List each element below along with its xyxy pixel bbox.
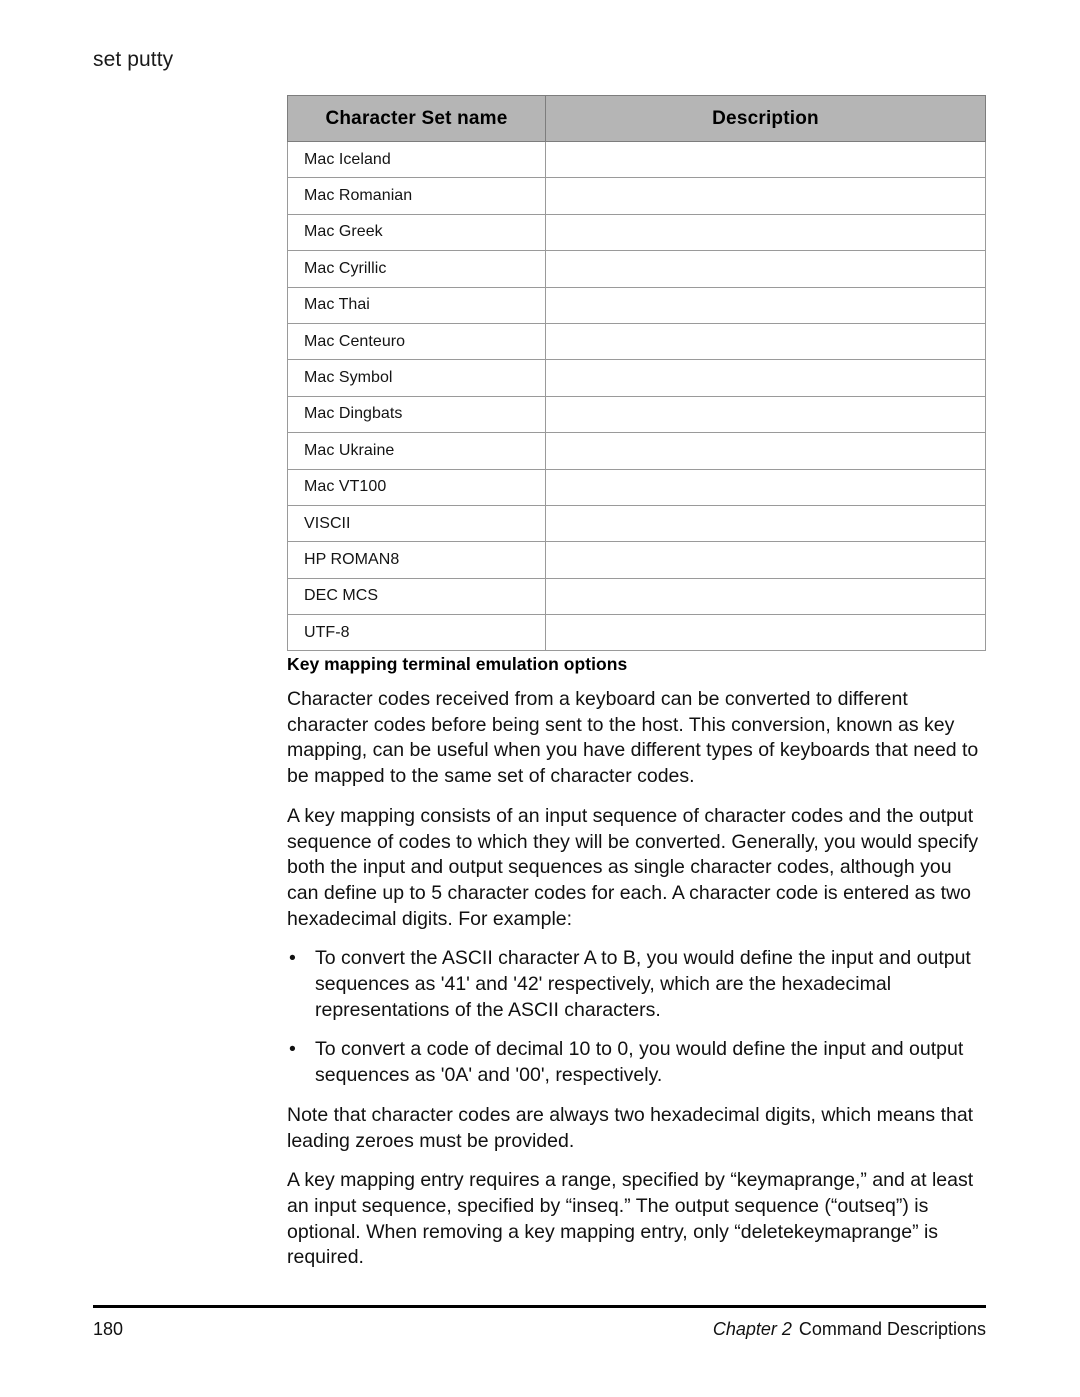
paragraph-key-mapping-sequences: A key mapping consists of an input seque… bbox=[287, 804, 979, 930]
section-heading: Key mapping terminal emulation options bbox=[287, 654, 628, 674]
cell-description bbox=[545, 541, 986, 579]
table-body: Mac Iceland Mac Romanian Mac Greek Mac C… bbox=[287, 140, 986, 652]
chapter-title: Command Descriptions bbox=[798, 1319, 986, 1339]
cell-character-set-name: VISCII bbox=[287, 504, 546, 543]
list-item-text: To convert a code of decimal 10 to 0, yo… bbox=[315, 1038, 964, 1087]
cell-character-set-name: Mac Greek bbox=[287, 213, 546, 252]
table-header-row: Character Set name Description bbox=[287, 95, 986, 142]
running-head: set putty bbox=[93, 48, 174, 71]
character-set-table: Character Set name Description Mac Icela… bbox=[287, 95, 986, 652]
list-item: • To convert the ASCII character A to B,… bbox=[287, 946, 987, 1023]
cell-description bbox=[545, 577, 986, 616]
column-header-character-set-name: Character Set name bbox=[287, 95, 546, 142]
cell-character-set-name: Mac VT100 bbox=[287, 468, 546, 506]
chapter-reference: Chapter 2 Command Descriptions bbox=[713, 1316, 986, 1342]
document-page: set putty Character Set name Description… bbox=[0, 0, 1080, 1397]
table-row: Mac Romanian bbox=[287, 177, 986, 215]
cell-description bbox=[545, 432, 986, 470]
cell-description bbox=[545, 286, 986, 324]
bullet-icon: • bbox=[289, 1038, 296, 1061]
cell-description bbox=[545, 468, 986, 506]
cell-description bbox=[545, 250, 986, 288]
bullet-icon: • bbox=[289, 947, 296, 970]
table-row: Mac Cyrillic bbox=[287, 250, 986, 288]
cell-character-set-name: DEC MCS bbox=[287, 577, 546, 616]
cell-character-set-name: Mac Thai bbox=[287, 286, 546, 324]
table-row: Mac Centeuro bbox=[287, 322, 986, 361]
cell-character-set-name: Mac Iceland bbox=[287, 140, 546, 179]
list-item: • To convert a code of decimal 10 to 0, … bbox=[287, 1037, 987, 1088]
cell-description bbox=[545, 395, 986, 434]
cell-description bbox=[545, 140, 986, 179]
cell-character-set-name: Mac Dingbats bbox=[287, 395, 546, 434]
cell-description bbox=[545, 322, 986, 361]
table-row: DEC MCS bbox=[287, 577, 986, 616]
cell-description bbox=[545, 359, 986, 397]
page-footer: 180 Chapter 2 Command Descriptions bbox=[93, 1316, 986, 1344]
paragraph-key-mapping-intro: Character codes received from a keyboard… bbox=[287, 688, 979, 788]
footer-divider bbox=[93, 1305, 986, 1308]
cell-character-set-name: Mac Ukraine bbox=[287, 432, 546, 470]
table-row: Mac Thai bbox=[287, 286, 986, 324]
table-row: VISCII bbox=[287, 504, 986, 543]
table-row: Mac Dingbats bbox=[287, 395, 986, 434]
list-item-text: To convert the ASCII character A to B, y… bbox=[315, 947, 971, 1021]
cell-description bbox=[545, 504, 986, 543]
paragraph-keymaprange: A key mapping entry requires a range, sp… bbox=[287, 1169, 974, 1269]
cell-character-set-name: Mac Centeuro bbox=[287, 322, 546, 361]
table-row: Mac Iceland bbox=[287, 140, 986, 179]
cell-description bbox=[545, 213, 986, 252]
paragraph-hex-note: Note that character codes are always two… bbox=[287, 1103, 974, 1152]
cell-description bbox=[545, 177, 986, 215]
table-row: Mac Greek bbox=[287, 213, 986, 252]
table-row: HP ROMAN8 bbox=[287, 541, 986, 579]
cell-character-set-name: Mac Romanian bbox=[287, 177, 546, 215]
cell-character-set-name: Mac Symbol bbox=[287, 359, 546, 397]
cell-character-set-name: Mac Cyrillic bbox=[287, 250, 546, 288]
table-row: Mac VT100 bbox=[287, 468, 986, 506]
table-row: UTF-8 bbox=[287, 614, 986, 652]
cell-character-set-name: UTF-8 bbox=[287, 614, 546, 652]
table-row: Mac Symbol bbox=[287, 359, 986, 397]
cell-character-set-name: HP ROMAN8 bbox=[287, 541, 546, 579]
column-header-description: Description bbox=[545, 95, 986, 142]
table-row: Mac Ukraine bbox=[287, 432, 986, 470]
example-bullet-list: • To convert the ASCII character A to B,… bbox=[287, 946, 987, 1089]
cell-description bbox=[545, 614, 986, 652]
page-number: 180 bbox=[93, 1319, 124, 1339]
section-content: Key mapping terminal emulation options C… bbox=[287, 652, 987, 1271]
chapter-label: Chapter 2 bbox=[712, 1319, 792, 1339]
